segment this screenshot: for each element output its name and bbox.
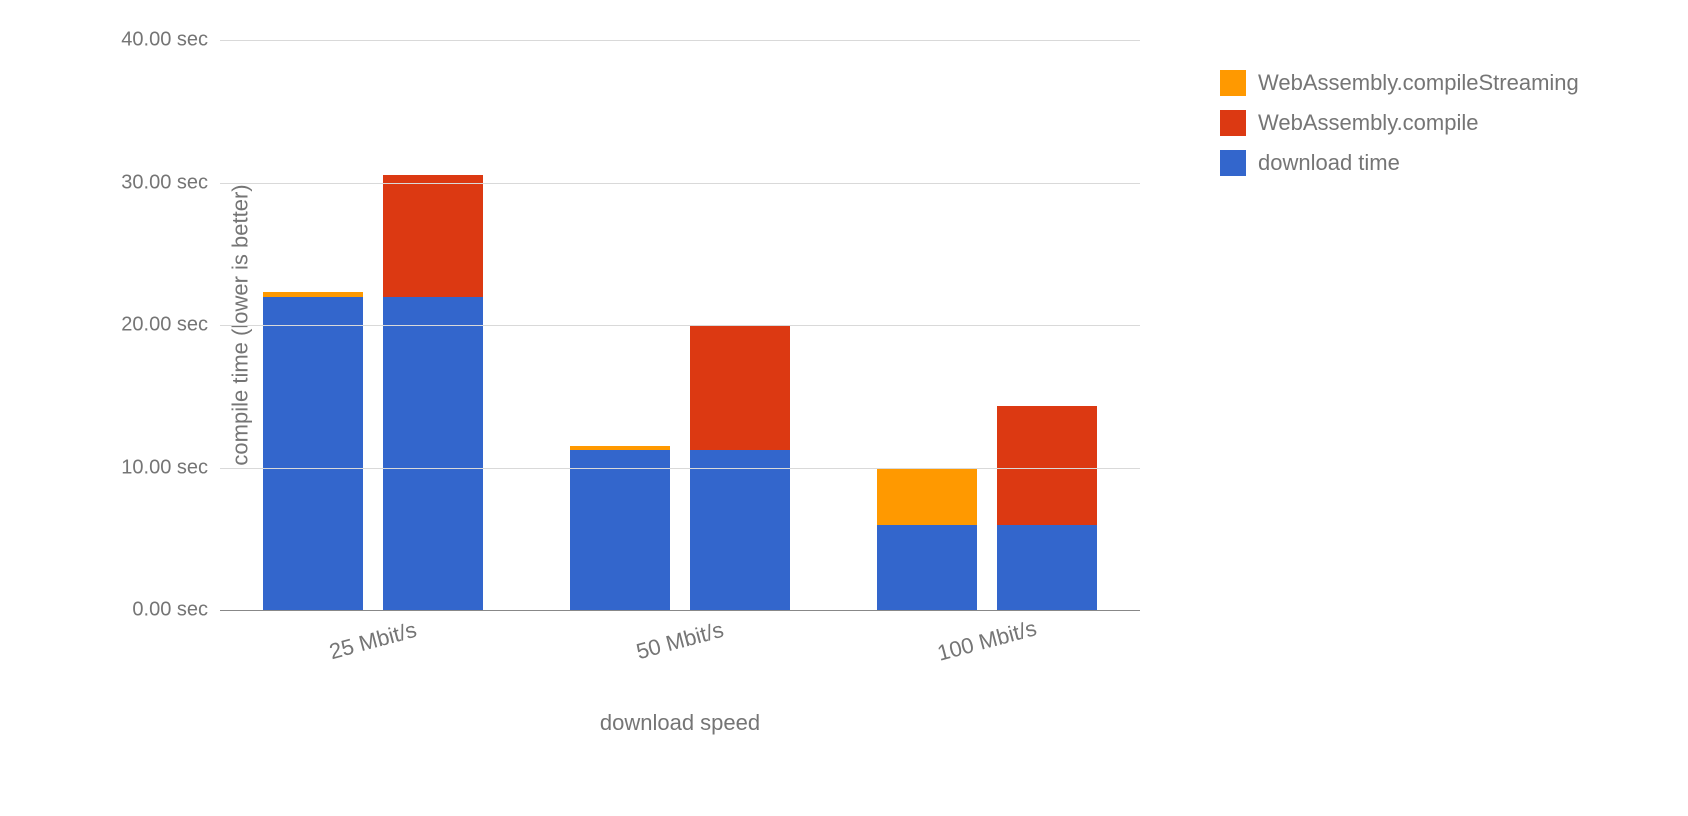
legend-label: download time xyxy=(1258,150,1400,176)
x-tick-label: 25 Mbit/s xyxy=(327,617,420,665)
legend-swatch-orange xyxy=(1220,70,1246,96)
bar-segment xyxy=(570,446,670,450)
bar-segment xyxy=(997,525,1097,611)
legend-swatch-blue xyxy=(1220,150,1246,176)
x-axis-line xyxy=(220,610,1140,611)
bar-segment xyxy=(997,406,1097,524)
bar-segment xyxy=(877,468,977,525)
chart-container: compile time (lower is better) 0.00 sec1… xyxy=(80,20,1180,740)
legend-swatch-red xyxy=(1220,110,1246,136)
x-tick-label: 100 Mbit/s xyxy=(934,615,1039,666)
bar-segment xyxy=(383,297,483,611)
bar-segment xyxy=(263,292,363,296)
y-tick-label: 10.00 sec xyxy=(121,456,220,479)
x-axis-label: download speed xyxy=(220,710,1140,736)
bar-segment xyxy=(690,450,790,610)
legend-item: download time xyxy=(1220,150,1579,176)
y-tick-label: 0.00 sec xyxy=(132,599,220,622)
legend: WebAssembly.compileStreaming WebAssembly… xyxy=(1220,70,1579,190)
bar-segment xyxy=(263,297,363,611)
x-tick-label: 50 Mbit/s xyxy=(634,617,727,665)
bar-segment xyxy=(570,450,670,610)
legend-item: WebAssembly.compile xyxy=(1220,110,1579,136)
legend-label: WebAssembly.compile xyxy=(1258,110,1478,136)
gridline xyxy=(220,183,1140,184)
bar-segment xyxy=(690,325,790,450)
y-tick-label: 30.00 sec xyxy=(121,171,220,194)
gridline xyxy=(220,468,1140,469)
y-tick-label: 20.00 sec xyxy=(121,314,220,337)
legend-item: WebAssembly.compileStreaming xyxy=(1220,70,1579,96)
gridline xyxy=(220,40,1140,41)
gridline xyxy=(220,325,1140,326)
y-tick-label: 40.00 sec xyxy=(121,29,220,52)
bar-segment xyxy=(877,525,977,611)
bar-segment xyxy=(383,175,483,296)
legend-label: WebAssembly.compileStreaming xyxy=(1258,70,1579,96)
plot-area: 0.00 sec10.00 sec20.00 sec30.00 sec40.00… xyxy=(220,40,1140,610)
